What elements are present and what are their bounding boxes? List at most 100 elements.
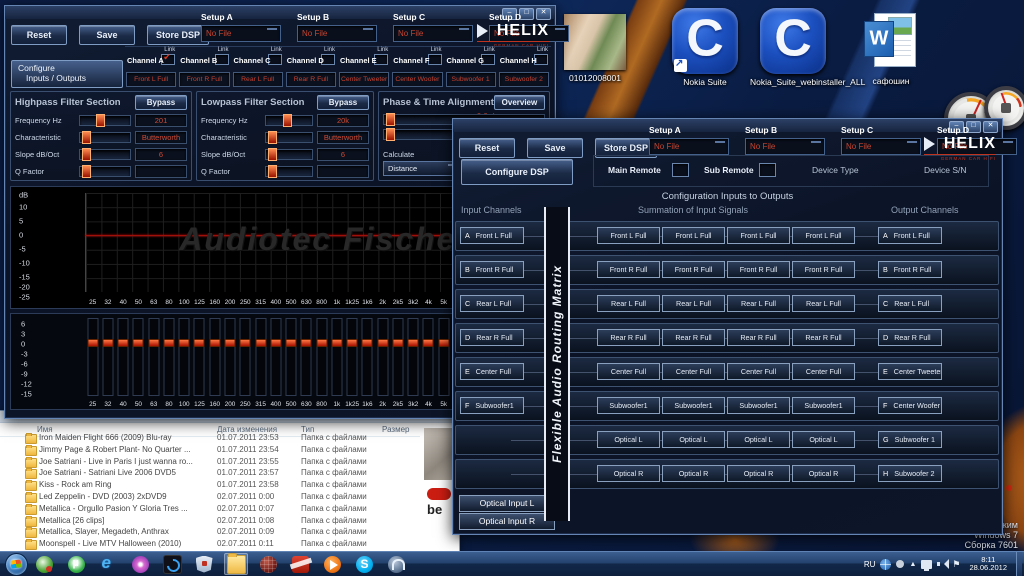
configure-dsp-button[interactable]: Configure DSP xyxy=(461,159,573,185)
desktop-icon-nokia-suite[interactable]: Nokia Suite xyxy=(662,8,748,87)
matrix-sum-box[interactable]: Rear R Full xyxy=(597,329,660,346)
matrix-sum-box[interactable]: Front L Full xyxy=(662,227,725,244)
matrix-sum-box[interactable]: Rear L Full xyxy=(792,295,855,312)
eq-slider-handle[interactable] xyxy=(194,339,205,347)
slider-handle[interactable] xyxy=(268,131,277,144)
matrix-input-box[interactable]: ECenter Full xyxy=(460,363,524,380)
eq-band-slider[interactable] xyxy=(390,318,405,396)
filter-value[interactable]: 201 xyxy=(135,114,187,127)
matrix-sum-box[interactable]: Subwoofer1 xyxy=(792,397,855,414)
purple-disc-icon[interactable] xyxy=(128,553,152,575)
channel-assignment[interactable]: Subwoofer 1 xyxy=(446,72,496,87)
filter-slider[interactable] xyxy=(265,132,313,143)
matrix-sum-box[interactable]: Front L Full xyxy=(727,227,790,244)
channel-tab[interactable]: Link Channel E Center Tweeter xyxy=(338,47,391,89)
matrix-sum-box[interactable]: Front L Full xyxy=(597,227,660,244)
filter-value[interactable] xyxy=(135,165,187,178)
eq-slider-handle[interactable] xyxy=(316,339,327,347)
globe-tray-icon[interactable] xyxy=(880,559,891,570)
matrix-sum-box[interactable]: Subwoofer1 xyxy=(727,397,790,414)
matrix-output-box[interactable]: CRear L Full xyxy=(878,295,942,312)
matrix-sum-box[interactable]: Rear L Full xyxy=(662,295,725,312)
matrix-sum-box[interactable]: Rear R Full xyxy=(792,329,855,346)
eq-slider-handle[interactable] xyxy=(102,339,113,347)
eq-band-slider[interactable] xyxy=(283,318,298,396)
windows-explorer-icon[interactable] xyxy=(224,553,248,575)
folder-row[interactable]: Metallica [26 clips] 02.07.2011 0:08 Пап… xyxy=(0,515,459,527)
matrix-sum-box[interactable]: Rear R Full xyxy=(662,329,725,346)
eq-band-slider[interactable] xyxy=(314,318,329,396)
eq-slider-handle[interactable] xyxy=(362,339,373,347)
configure-inputs-outputs-button[interactable]: Configure Inputs / Outputs xyxy=(11,60,123,88)
eq-band-slider[interactable] xyxy=(345,318,360,396)
channel-tab[interactable]: Link Channel A Front L Full xyxy=(125,47,178,89)
calculate-dropdown[interactable]: Distance xyxy=(383,161,461,176)
media-player-black-icon[interactable] xyxy=(160,553,184,575)
matrix-sum-box[interactable]: Optical L xyxy=(792,431,855,448)
eq-band-slider[interactable] xyxy=(436,318,451,396)
slider-handle[interactable] xyxy=(268,165,277,178)
reset-button[interactable]: Reset xyxy=(459,138,515,158)
matrix-output-box[interactable]: FCenter Woofer xyxy=(878,397,942,414)
matrix-output-box[interactable]: GSubwoofer 1 xyxy=(878,431,942,448)
filter-value[interactable]: 20k xyxy=(317,114,369,127)
matrix-sum-box[interactable]: Optical L xyxy=(597,431,660,448)
show-hidden-icons-chevron[interactable]: ▲ xyxy=(909,561,916,568)
desktop-icon-word-doc[interactable]: сафошин xyxy=(848,10,934,86)
shield-icon[interactable] xyxy=(192,553,216,575)
matrix-sum-box[interactable]: Subwoofer1 xyxy=(662,397,725,414)
eq-slider-handle[interactable] xyxy=(118,339,129,347)
eq-slider-handle[interactable] xyxy=(255,339,266,347)
setup-file-dropdown[interactable]: No File xyxy=(393,25,473,42)
matrix-input-box[interactable]: BFront R Full xyxy=(460,261,524,278)
eq-band-slider[interactable] xyxy=(207,318,222,396)
matrix-sum-box[interactable]: Front R Full xyxy=(792,261,855,278)
setup-file-dropdown[interactable]: No File xyxy=(841,138,921,155)
slider-handle[interactable] xyxy=(283,114,292,127)
folder-row[interactable]: Jimmy Page & Robert Plant- No Quarter ..… xyxy=(0,444,459,456)
matrix-sum-box[interactable]: Front R Full xyxy=(662,261,725,278)
matrix-input-box[interactable]: AFront L Full xyxy=(460,227,524,244)
folder-row[interactable]: Joe Satriani - Satriani Live 2006 DVD5 0… xyxy=(0,467,459,479)
eq-slider-handle[interactable] xyxy=(301,339,312,347)
matrix-sum-box[interactable]: Front L Full xyxy=(792,227,855,244)
eq-band-slider[interactable] xyxy=(116,318,131,396)
eq-slider-handle[interactable] xyxy=(148,339,159,347)
eq-band-slider[interactable] xyxy=(85,318,100,396)
internet-explorer-icon[interactable] xyxy=(96,553,120,575)
setup-file-dropdown[interactable]: No File xyxy=(201,25,281,42)
desktop-icon-nokia-webinstaller[interactable]: Nokia_Suite_webinstaller_ALL xyxy=(750,8,836,87)
aimp-orange-icon[interactable] xyxy=(320,553,344,575)
eq-band-slider[interactable] xyxy=(253,318,268,396)
optical-input-l-button[interactable]: Optical Input L xyxy=(459,495,555,512)
eq-band-slider[interactable] xyxy=(222,318,237,396)
matrix-sum-box[interactable]: Center Full xyxy=(662,363,725,380)
matrix-sum-box[interactable]: Optical R xyxy=(662,465,725,482)
matrix-sum-box[interactable]: Center Full xyxy=(727,363,790,380)
setup-file-dropdown[interactable]: No File xyxy=(649,138,729,155)
matrix-output-box[interactable]: AFront L Full xyxy=(878,227,942,244)
eq-band-slider[interactable] xyxy=(238,318,253,396)
volume-tray-icon[interactable] xyxy=(937,559,947,569)
eq-slider-handle[interactable] xyxy=(377,339,388,347)
slider-handle[interactable] xyxy=(82,165,91,178)
overview-button[interactable]: Overview xyxy=(494,95,545,110)
folder-row[interactable]: Kiss - Rock am Ring 01.07.2011 23:58 Пап… xyxy=(0,479,459,491)
green-media-icon[interactable] xyxy=(32,553,56,575)
eq-band-slider[interactable] xyxy=(329,318,344,396)
slider-handle[interactable] xyxy=(82,148,91,161)
eq-slider-handle[interactable] xyxy=(87,339,98,347)
eq-band-slider[interactable] xyxy=(375,318,390,396)
taskbar-clock[interactable]: 8:11 28.06.2012 xyxy=(965,556,1011,573)
skype-icon[interactable] xyxy=(352,553,376,575)
matrix-sum-box[interactable]: Optical R xyxy=(727,465,790,482)
channel-assignment[interactable]: Center Tweeter xyxy=(339,72,389,87)
eq-slider-handle[interactable] xyxy=(408,339,419,347)
filter-slider[interactable] xyxy=(265,166,313,177)
eq-band-slider[interactable] xyxy=(100,318,115,396)
channel-tab[interactable]: Link Channel D Rear R Full xyxy=(285,47,338,89)
matrix-sum-box[interactable]: Center Full xyxy=(792,363,855,380)
eq-band-slider[interactable] xyxy=(406,318,421,396)
channel-assignment[interactable]: Front L Full xyxy=(126,72,176,87)
eq-band-slider[interactable] xyxy=(360,318,375,396)
